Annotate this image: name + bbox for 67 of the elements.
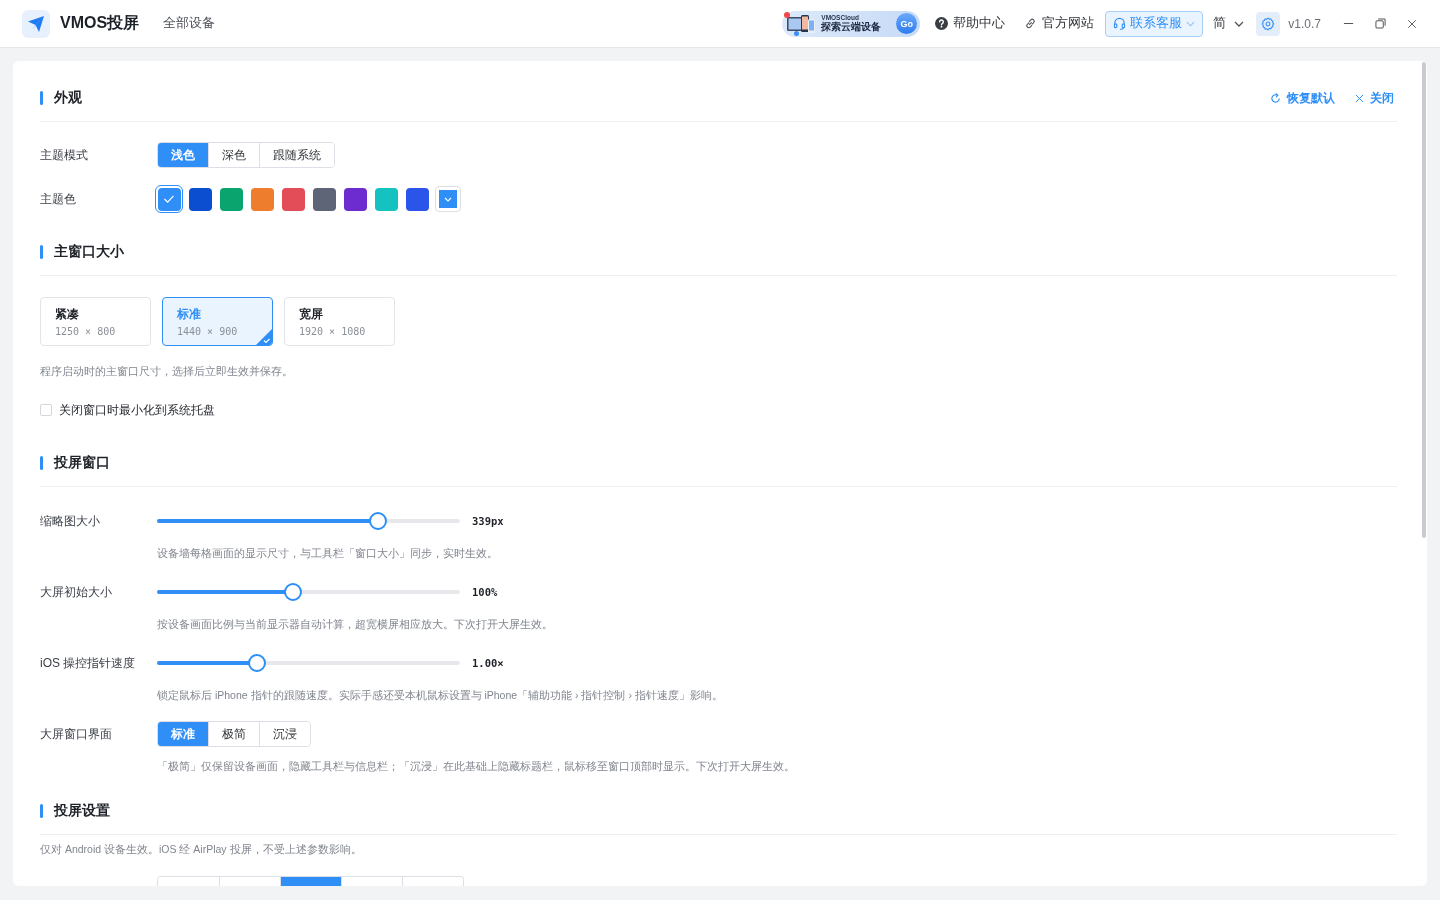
chevron-down-icon [1186,20,1196,27]
version-label: v1.0.7 [1288,16,1321,31]
window-size-option[interactable]: 紧凑 1250 × 800 [40,297,151,346]
banner-title: 探索云端设备 [821,22,883,33]
headset-icon [1113,17,1127,30]
setting-label: 主题色 [40,190,77,208]
chevron-down-icon [1234,20,1245,27]
size-dimensions: 1440 × 900 [177,326,238,337]
section-title: 外观 [54,89,82,107]
logo-icon [22,9,50,38]
segment-option[interactable]: 沉浸 [259,722,310,746]
section-marker-icon [40,804,43,818]
notification-dot-icon [784,11,791,18]
size-name: 宽屏 [299,306,323,323]
setting-hint: 锁定鼠标后 iPhone 指针的跟随速度。实际手感还受本机鼠标设置与 iPhone「辅助功能 › 指针控制 › 指针速度」影响。 [157,688,724,703]
restore-icon [1374,18,1386,29]
setting-hint: 设备墙每格画面的显示尺寸，与工具栏「窗口大小」同步，实时生效。 [157,546,499,561]
slider-value: 339px [472,515,505,527]
window-size-option[interactable]: 宽屏 1920 × 1080 [284,297,395,346]
section-marker-icon [40,91,43,105]
setting-label: 缩略图大小 [40,512,101,530]
slider-value: 100% [472,586,499,598]
settings-icon [1261,16,1276,31]
setting-hint: 按设备画面比例与当前显示器自动计算，超宽横屏相应放大。下次打开大屏生效。 [157,617,554,632]
setting-label: 大屏初始大小 [40,583,113,601]
refresh-icon [1270,92,1281,104]
section-title: 投屏窗口 [54,454,110,472]
slider-thumb[interactable] [284,583,303,601]
checkbox-label[interactable]: 关闭窗口时最小化到系统托盘 [59,401,215,419]
section-note: 程序启动时的主窗口尺寸，选择后立即生效并保存。 [40,364,294,379]
check-icon [163,194,175,204]
slider-track[interactable] [157,519,460,523]
section-title: 投屏设置 [54,802,110,820]
app-name: VMOS投屏 [60,13,140,33]
color-picker-icon [439,190,457,208]
segment-option[interactable]: 跟随系统 [259,143,334,167]
checkbox[interactable] [40,404,52,416]
language-select[interactable]: 简 [1213,15,1245,32]
slider-value: 1.00× [472,657,505,669]
setting-label: iOS 操控指针速度 [40,654,137,672]
slider-track[interactable] [157,590,460,594]
color-picker-button[interactable] [435,186,461,212]
link-icon [1024,17,1038,30]
size-name: 紧凑 [55,306,79,323]
selected-corner-icon [256,329,272,345]
devices-icon [786,12,817,35]
section-marker-icon [40,456,43,470]
size-dimensions: 1250 × 800 [55,326,116,337]
setting-label: 主题模式 [40,146,89,164]
help-center-link[interactable]: 帮助中心 [935,15,1006,32]
settings-button[interactable] [1256,11,1281,36]
website-link[interactable]: 官方网站 [1024,15,1095,32]
chat-badge-icon [794,30,800,36]
section-title: 主窗口大小 [54,243,124,261]
all-devices-tab[interactable]: 全部设备 [163,15,216,32]
size-dimensions: 1920 × 1080 [299,326,366,337]
setting-label: 大屏窗口界面 [40,725,113,743]
close-icon [1355,93,1364,103]
help-icon [935,17,949,30]
slider-track[interactable] [157,661,460,665]
setting-hint: 「极简」仅保留设备画面，隐藏工具栏与信息栏；「沉浸」在此基础上隐藏标题栏，鼠标移至窗口顶部时显示。下次打开大屏生效。 [157,759,796,774]
slider-thumb[interactable] [248,654,266,672]
size-name: 标准 [177,306,201,323]
section-marker-icon [40,245,43,259]
close-icon [1407,18,1417,29]
slider-thumb[interactable] [369,512,388,530]
section-note: 仅对 Android 设备生效。iOS 经 AirPlay 投屏，不受上述参数影响。 [40,842,363,857]
